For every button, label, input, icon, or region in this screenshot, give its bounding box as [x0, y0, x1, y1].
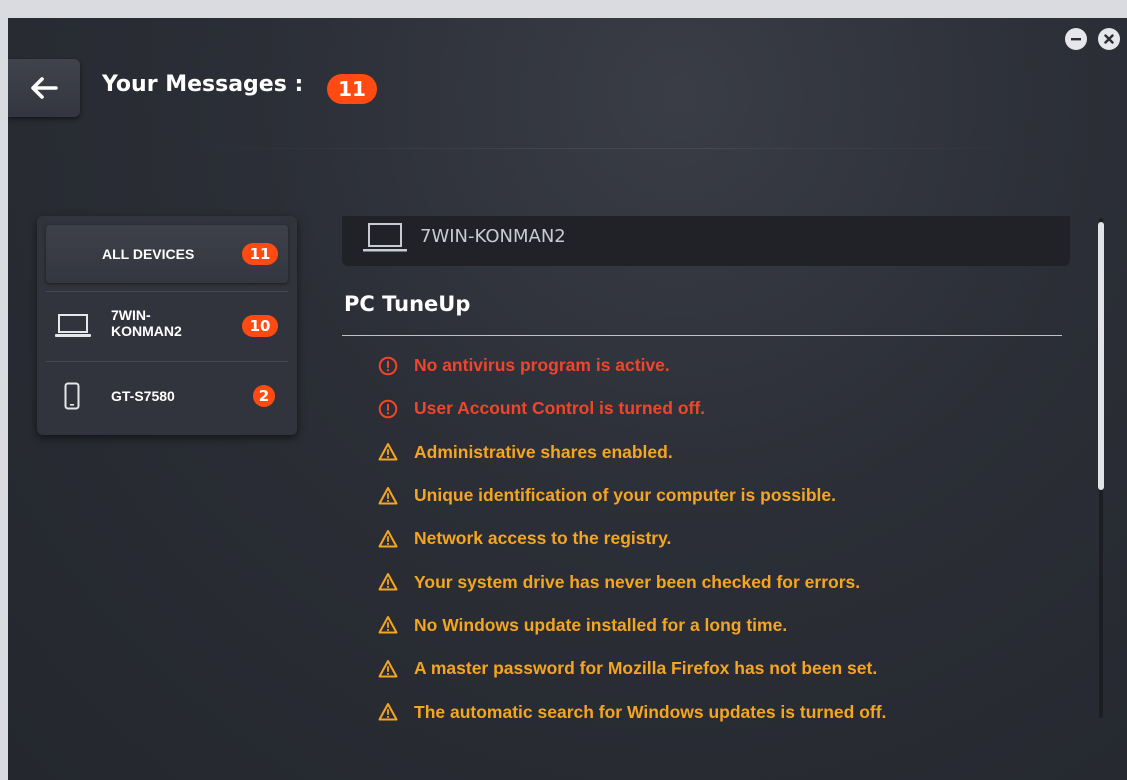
message-item[interactable]: No Windows update installed for a long t… — [378, 604, 1078, 647]
message-text: Administrative shares enabled. — [414, 441, 673, 462]
warning-triangle-icon — [378, 703, 398, 721]
back-button[interactable] — [8, 59, 80, 117]
minimize-button[interactable] — [1065, 28, 1087, 50]
all-devices-button[interactable]: ALL DEVICES 11 — [46, 225, 288, 283]
device-label-line1: 7WIN- — [111, 307, 151, 323]
error-circle-icon — [378, 399, 398, 419]
message-text: The automatic search for Windows updates… — [414, 701, 887, 722]
device-count-badge: 2 — [253, 385, 275, 407]
device-label-line2: KONMAN2 — [111, 323, 182, 339]
arrow-left-icon — [31, 77, 58, 99]
laptop-icon — [363, 223, 407, 252]
message-text: A master password for Mozilla Firefox ha… — [414, 658, 878, 679]
warning-triangle-icon — [378, 486, 398, 505]
device-item-7win-konman2[interactable]: 7WIN- KONMAN2 10 — [46, 294, 288, 358]
message-text: Network access to the registry. — [414, 528, 672, 549]
device-header-name: 7WIN-KONMAN2 — [420, 226, 566, 247]
message-item[interactable]: Your system drive has never been checked… — [378, 560, 1078, 603]
message-text: Your system drive has never been checked… — [414, 571, 861, 592]
message-item[interactable]: User Account Control is turned off. — [378, 387, 1078, 430]
device-item-gt-s7580[interactable]: GT-S7580 2 — [46, 364, 288, 428]
scrollbar-thumb[interactable] — [1098, 222, 1104, 490]
message-count-badge: 11 — [327, 74, 377, 104]
close-icon — [1104, 34, 1114, 44]
warning-triangle-icon — [378, 616, 398, 634]
phone-icon — [64, 382, 80, 410]
all-devices-label: ALL DEVICES — [102, 246, 195, 262]
message-item[interactable]: A master password for Mozilla Firefox ha… — [378, 647, 1078, 690]
message-text: No antivirus program is active. — [414, 355, 670, 376]
device-header: 7WIN-KONMAN2 — [342, 216, 1070, 266]
warning-triangle-icon — [378, 659, 398, 678]
warning-triangle-icon — [378, 443, 398, 461]
page-title: Your Messages : — [102, 72, 304, 97]
message-text: No Windows update installed for a long t… — [414, 614, 788, 635]
message-text: Unique identification of your computer i… — [414, 485, 836, 506]
divider — [46, 361, 288, 362]
warning-triangle-icon — [378, 529, 398, 548]
header-divider — [168, 148, 1068, 149]
message-item[interactable]: No antivirus program is active. — [378, 344, 1078, 387]
device-count-badge: 10 — [242, 315, 278, 337]
error-circle-icon — [378, 356, 398, 375]
message-item[interactable]: Network access to the registry. — [378, 517, 1078, 560]
divider — [46, 291, 288, 292]
messages-panel: 7WIN-KONMAN2 PC TuneUp No antivirus prog… — [342, 216, 1070, 776]
warning-triangle-icon — [378, 573, 398, 591]
message-text: User Account Control is turned off. — [414, 398, 706, 419]
device-label: 7WIN- KONMAN2 — [111, 307, 182, 339]
app-window: Your Messages : 11 ALL DEVICES 11 7WIN- … — [8, 18, 1127, 780]
message-list: No antivirus program is active. User Acc… — [378, 344, 1078, 734]
device-label: GT-S7580 — [111, 388, 175, 404]
minus-icon — [1071, 38, 1081, 41]
device-list-panel: ALL DEVICES 11 7WIN- KONMAN2 10 GT-S7580… — [37, 216, 297, 435]
section-title: PC TuneUp — [344, 292, 471, 316]
message-item[interactable]: Unique identification of your computer i… — [378, 474, 1078, 517]
close-button[interactable] — [1098, 28, 1120, 50]
message-item[interactable]: The automatic search for Windows updates… — [378, 690, 1078, 733]
all-devices-count-badge: 11 — [242, 243, 278, 265]
laptop-icon — [55, 314, 91, 337]
section-divider — [342, 335, 1062, 336]
message-item[interactable]: Administrative shares enabled. — [378, 431, 1078, 474]
